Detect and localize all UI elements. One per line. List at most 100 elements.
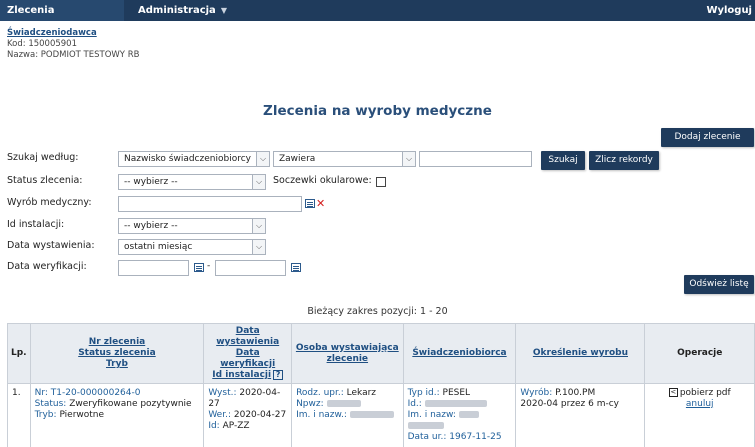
id-type-label: Typ id.: xyxy=(408,388,440,398)
search-button[interactable]: Szukaj xyxy=(541,151,585,170)
product-description: 2020-04 przez 6 m-cy xyxy=(520,399,640,410)
col-product[interactable]: Określenie wyrobu xyxy=(516,324,645,384)
download-pdf-action[interactable]: <pobierz pdf xyxy=(649,388,750,399)
page-title: Zlecenia na wyroby medyczne xyxy=(0,103,755,119)
row-product-cell: Wyrób: P.100.PM 2020-04 przez 6 m-cy xyxy=(516,384,645,447)
logout-link[interactable]: Wyloguj xyxy=(706,0,752,21)
row-issuer-cell: Rodz. upr.: Lekarz Npwz: Im. i nazw.: xyxy=(292,384,404,447)
birth-date: 1967-11-25 xyxy=(449,432,501,442)
order-status-label: Status: xyxy=(35,399,67,409)
status-value: -- wybierz -- xyxy=(124,177,178,187)
status-select[interactable]: -- wybierz -- ⌵ xyxy=(118,174,266,190)
col-dates[interactable]: Data wystawienia Data weryfikacji Id ins… xyxy=(204,324,292,384)
redacted-beneficiary-id xyxy=(425,400,487,407)
row-beneficiary-cell: Typ id.: PESEL Id.: Im. i nazw: Data ur.… xyxy=(403,384,516,447)
product-label: Wyrób: xyxy=(520,388,552,398)
col-issue-date-label: Data wystawienia xyxy=(207,326,288,348)
install-id-label: Id: xyxy=(208,421,219,431)
calendar-icon[interactable] xyxy=(194,263,204,272)
search-by-value: Nazwisko świadczeniobiorcy xyxy=(124,154,251,164)
col-beneficiary-label: Świadczeniobiorca xyxy=(407,348,513,359)
help-icon[interactable]: ? xyxy=(273,370,283,380)
installation-label: Id instalacji: xyxy=(7,219,64,230)
provider-code-label: Kod: xyxy=(7,39,26,49)
add-order-button[interactable]: Dodaj zlecenie xyxy=(661,128,754,147)
installation-select[interactable]: -- wybierz -- ⌵ xyxy=(118,218,266,234)
col-install-id-label: Id instalacji xyxy=(212,370,271,380)
lenses-checkbox[interactable] xyxy=(376,177,386,187)
verify-date-from-input[interactable] xyxy=(118,260,189,276)
device-input[interactable] xyxy=(118,196,302,212)
provider-name: PODMIOT TESTOWY RB xyxy=(41,50,140,60)
chevron-down-icon: ▼ xyxy=(221,0,227,21)
chevron-down-icon: ⌵ xyxy=(252,219,265,233)
col-issuer-label: Osoba wystawiająca zlecenie xyxy=(295,343,400,365)
birth-date-label: Data ur.: xyxy=(408,432,447,442)
verify-date-label: Wer.: xyxy=(208,410,231,420)
current-range-text: Bieżący zakres pozycji: 1 - 20 xyxy=(0,306,755,317)
chevron-down-icon: ⌵ xyxy=(256,152,269,166)
installation-value: -- wybierz -- xyxy=(124,221,178,231)
col-order-number[interactable]: Nr zlecenia Status zlecenia Tryb xyxy=(30,324,204,384)
row-operations-cell: <pobierz pdf anuluj xyxy=(645,384,755,447)
search-by-label: Szukaj według: xyxy=(7,152,78,163)
device-label: Wyrób medyczny: xyxy=(7,197,92,208)
issue-date-select[interactable]: ostatni miesiąc ⌵ xyxy=(118,239,266,255)
col-mode-label: Tryb xyxy=(34,359,201,370)
beneficiary-id-label: Id.: xyxy=(408,399,422,409)
search-text-input[interactable] xyxy=(419,151,532,167)
order-number[interactable]: T1-20-000000264-0 xyxy=(51,388,141,398)
top-menu-bar: Zlecenia zaopatrzenia Administracja ▼ Wyl… xyxy=(0,0,755,21)
col-lp: Lp. xyxy=(8,324,31,384)
provider-title[interactable]: Świadczeniodawca xyxy=(7,28,139,39)
col-beneficiary[interactable]: Świadczeniobiorca xyxy=(403,324,516,384)
provider-name-label: Nazwa: xyxy=(7,50,38,60)
chevron-down-icon: ⌵ xyxy=(252,175,265,189)
orders-table: Lp. Nr zlecenia Status zlecenia Tryb Dat… xyxy=(7,323,755,447)
npwz-label: Npwz: xyxy=(296,399,324,409)
status-label: Status zlecenia: xyxy=(7,175,83,186)
cancel-order-link[interactable]: anuluj xyxy=(649,399,750,410)
count-records-button[interactable]: Zlicz rekordy xyxy=(589,151,659,170)
menu-supply-orders[interactable]: Zlecenia zaopatrzenia xyxy=(0,0,124,21)
match-type-value: Zawiera xyxy=(279,154,315,164)
clear-icon[interactable]: ✕ xyxy=(316,199,325,209)
col-issuer[interactable]: Osoba wystawiająca zlecenie xyxy=(292,324,404,384)
order-mode: Pierwotne xyxy=(59,410,104,420)
download-pdf-label: pobierz pdf xyxy=(680,388,731,398)
calendar-icon[interactable] xyxy=(291,263,301,272)
match-type-select[interactable]: Zawiera ⌵ xyxy=(273,151,416,167)
issuer-name-label: Im. i nazw.: xyxy=(296,410,347,420)
order-mode-label: Tryb: xyxy=(35,410,57,420)
order-status: Zweryfikowane pozytywnie xyxy=(69,399,191,409)
verify-date-to-input[interactable] xyxy=(215,260,286,276)
col-order-number-label: Nr zlecenia xyxy=(34,337,201,348)
menu-administration-label: Administracja xyxy=(138,5,216,16)
search-by-select[interactable]: Nazwisko świadczeniobiorcy ⌵ xyxy=(118,151,270,167)
refresh-list-button[interactable]: Odśwież listę xyxy=(684,275,754,294)
chevron-down-icon: ⌵ xyxy=(402,152,415,166)
verify-date: 2020-04-27 xyxy=(234,410,286,420)
verify-date-label: Data weryfikacji: xyxy=(7,261,87,272)
issue-date-value: ostatni miesiąc xyxy=(124,242,192,252)
id-type: PESEL xyxy=(443,388,471,398)
chevron-down-icon: ⌵ xyxy=(252,240,265,254)
list-picker-icon[interactable] xyxy=(305,199,315,208)
table-header-row: Lp. Nr zlecenia Status zlecenia Tryb Dat… xyxy=(8,324,755,384)
col-install-id-line: Id instalacji? xyxy=(212,370,283,380)
col-operations: Operacje xyxy=(645,324,755,384)
order-number-label: Nr: xyxy=(35,388,48,398)
issue-date-label: Wyst.: xyxy=(208,388,236,398)
permission-type-label: Rodz. upr.: xyxy=(296,388,344,398)
col-order-status-label: Status zlecenia xyxy=(34,348,201,359)
date-range-dash: - xyxy=(207,261,210,271)
menu-administration[interactable]: Administracja ▼ xyxy=(124,0,227,21)
row-order-cell: Nr: T1-20-000000264-0 Status: Zweryfikow… xyxy=(30,384,204,447)
redacted-npwz xyxy=(327,400,361,407)
table-row: 1. Nr: T1-20-000000264-0 Status: Zweryfi… xyxy=(8,384,755,447)
provider-name-line: Nazwa: PODMIOT TESTOWY RB xyxy=(7,50,139,61)
row-lp: 1. xyxy=(8,384,31,447)
redacted-beneficiary-name xyxy=(459,411,479,418)
redacted-issuer-name xyxy=(350,411,394,418)
permission-type: Lekarz xyxy=(347,388,376,398)
